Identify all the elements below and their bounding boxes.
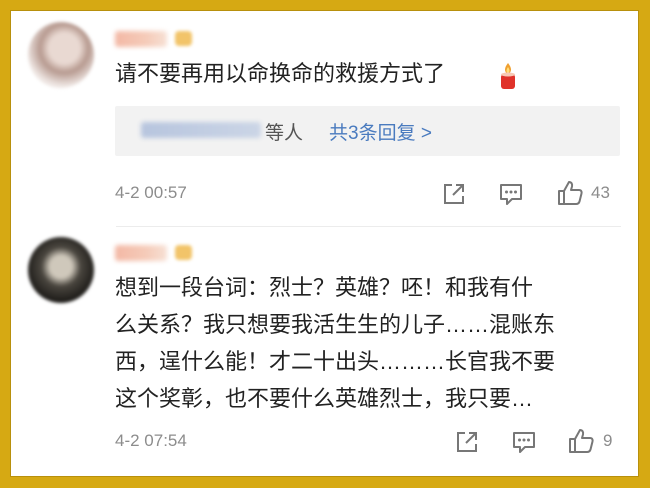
comment-icon[interactable] (498, 181, 524, 207)
comment-icon[interactable] (511, 429, 537, 455)
avatar[interactable] (28, 237, 94, 303)
like-count: 9 (603, 431, 613, 450)
reply-suffix: 等人 (265, 123, 304, 144)
forward-icon[interactable] (441, 181, 467, 207)
avatar[interactable] (28, 22, 94, 88)
reply-preview[interactable]: 等人 共3条回复 > (115, 106, 620, 156)
comment-panel: 请不要再用以命换命的救援方式了 等人 共3条回复 > 4-2 00:57 43 … (10, 10, 639, 477)
comment-timestamp: 4-2 07:54 (115, 431, 187, 450)
like-count: 43 (591, 183, 610, 202)
reply-usernames-blurred[interactable] (141, 122, 261, 138)
candle-icon (501, 63, 515, 89)
comment-text: 想到一段台词：烈士？英雄？呸！和我有什 么关系？我只想要我活生生的儿子……混账东… (115, 275, 556, 411)
forward-icon[interactable] (454, 429, 480, 455)
view-replies-link[interactable]: 共3条回复 > (329, 118, 432, 145)
divider (116, 226, 621, 227)
member-badge-icon (175, 245, 192, 260)
username-blurred[interactable] (115, 31, 167, 47)
like-icon[interactable] (567, 427, 595, 455)
like-icon[interactable] (556, 179, 584, 207)
username-blurred[interactable] (115, 245, 167, 261)
comment-text: 请不要再用以命换命的救援方式了 (115, 61, 446, 86)
comment-timestamp: 4-2 00:57 (115, 183, 187, 202)
member-badge-icon (175, 31, 192, 46)
